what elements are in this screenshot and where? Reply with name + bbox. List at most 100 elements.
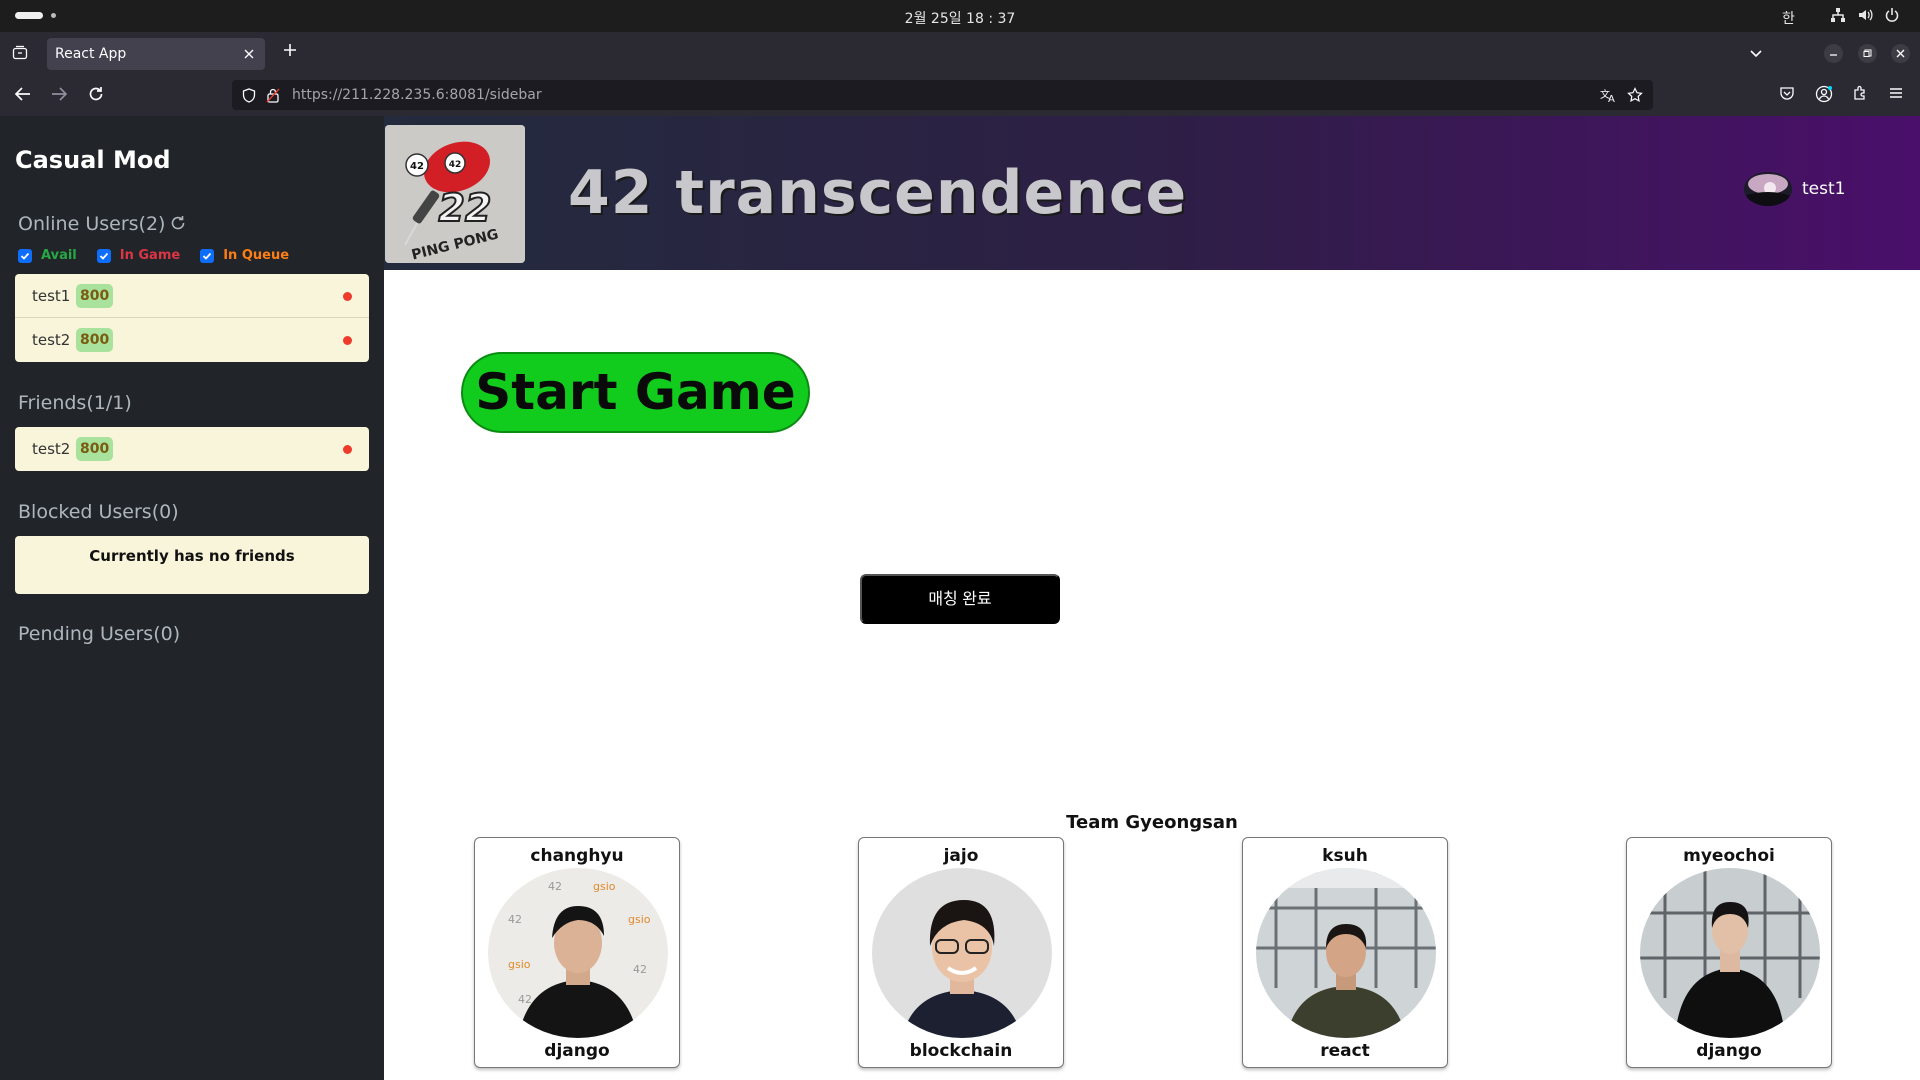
svg-text:42: 42 [518,993,532,1006]
svg-text:A: A [1608,94,1615,103]
rating-badge: 800 [76,437,114,461]
blocked-empty-message: Currently has no friends [89,547,295,565]
blocked-users-title: Blocked Users(0) [18,501,179,523]
member-name: changhyu [530,846,624,866]
star-icon[interactable] [1627,87,1643,103]
page-title: 42 transcendence [568,158,1188,228]
status-dot [343,336,352,345]
ping-pong-logo[interactable]: 42 42 22 PING PONG [385,125,525,263]
status-filters: Avail In Game In Queue [18,248,309,263]
filter-avail-label: Avail [41,248,77,263]
filter-in-game[interactable]: In Game [96,248,181,263]
svg-text:gsio: gsio [628,913,651,926]
rating-badge: 800 [76,328,114,352]
svg-text:gsio: gsio [508,958,531,971]
member-photo [1256,868,1436,1038]
filter-in-game-label: In Game [119,248,181,263]
member-photo [872,868,1052,1038]
power-icon [1885,8,1899,22]
extensions-icon[interactable] [1852,85,1868,102]
url-path: :8081/sidebar [444,87,542,103]
member-role: django [544,1041,610,1061]
list-item[interactable]: test2 800 [15,427,369,471]
checkbox-icon[interactable] [96,248,111,263]
logo-ball-left-text: 42 [410,161,424,172]
online-users-title: Online Users(2) [18,213,187,235]
filter-avail[interactable]: Avail [18,248,77,263]
sidebar-brand: Casual Mod [15,146,171,174]
svg-text:42: 42 [508,913,522,926]
reload-icon[interactable] [87,85,105,103]
member-card[interactable]: changhyu 42 gsio 42 gsio gsio 42 42 django [474,837,680,1068]
url-host: https://211.228.235.6 [292,87,445,103]
url-text[interactable]: https://211.228.235.6:8081/sidebar [292,87,542,103]
chevron-down-icon[interactable] [1748,45,1764,61]
member-card[interactable]: ksuh react [1242,837,1448,1068]
checkbox-icon[interactable] [18,248,32,263]
volume-icon [1859,9,1873,21]
minimize-button[interactable] [1824,44,1843,63]
user-name: test1 [32,287,71,305]
filter-in-queue-label: In Queue [223,248,290,263]
member-role: django [1696,1041,1762,1061]
header-banner: 42 42 22 PING PONG 42 transcendence test… [384,116,1920,270]
team-title: Team Gyeongsan [1066,812,1238,833]
svg-text:42: 42 [633,963,647,976]
restore-button[interactable] [1858,44,1877,63]
logo-ball-right-text: 42 [449,160,462,170]
refresh-icon[interactable] [169,214,187,232]
member-name: myeochoi [1683,846,1775,866]
rating-badge: 800 [76,284,114,308]
os-clock[interactable]: 2월 25일 18 : 37 [0,8,1920,28]
friends-title: Friends(1/1) [18,392,132,414]
browser-tab-strip: React App [0,32,1920,74]
lock-icon[interactable] [266,87,280,103]
member-card[interactable]: myeochoi django [1626,837,1832,1068]
avatar[interactable] [1744,172,1792,206]
member-name: jajo [943,846,979,866]
sidebar: Casual Mod Online Users(2) Avail In Game… [0,116,384,1080]
close-window-button[interactable] [1891,44,1910,63]
user-name: test2 [32,440,71,458]
close-icon[interactable] [242,47,256,61]
user-name: test2 [32,331,71,349]
back-icon[interactable] [14,85,32,103]
online-users-list: test1 800 test2 800 [15,274,369,362]
member-photo [1640,868,1820,1038]
blocked-users-list: Currently has no friends [15,536,369,594]
tab-list-icon[interactable] [12,45,28,61]
member-name: ksuh [1322,846,1368,866]
member-role: blockchain [909,1041,1013,1061]
status-dot [343,292,352,301]
network-icon [1831,8,1845,22]
friends-list: test2 800 [15,427,369,471]
url-bar[interactable]: https://211.228.235.6:8081/sidebar 文A [232,80,1653,110]
browser-nav-bar: https://211.228.235.6:8081/sidebar 文A [0,74,1920,116]
list-item[interactable]: test1 800 [15,274,369,318]
start-game-button[interactable]: Start Game [461,352,810,433]
os-top-bar: 2월 25일 18 : 37 한 [0,0,1920,32]
input-method-indicator[interactable]: 한 [1782,8,1795,28]
pocket-icon[interactable] [1779,85,1795,101]
current-username[interactable]: test1 [1802,179,1845,199]
shield-icon[interactable] [242,88,256,103]
svg-text:42: 42 [548,880,562,893]
translate-icon[interactable]: 文A [1600,87,1617,103]
member-role: react [1320,1041,1370,1061]
checkbox-icon[interactable] [200,248,215,263]
system-tray[interactable] [1830,7,1900,23]
account-icon[interactable] [1815,85,1833,103]
match-complete-button[interactable]: 매칭 완료 [860,574,1060,624]
logo-number: 22 [439,186,492,230]
plus-icon[interactable] [282,42,298,58]
svg-text:gsio: gsio [593,880,616,893]
tab-react-app[interactable]: React App [47,38,265,70]
pending-users-title: Pending Users(0) [18,623,181,645]
menu-icon[interactable] [1888,85,1904,101]
filter-in-queue[interactable]: In Queue [200,248,289,263]
member-card[interactable]: jajo blockchain [858,837,1064,1068]
forward-icon[interactable] [50,85,68,103]
list-item[interactable]: test2 800 [15,318,369,362]
online-users-label: Online Users(2) [18,213,166,235]
status-dot [343,445,352,454]
